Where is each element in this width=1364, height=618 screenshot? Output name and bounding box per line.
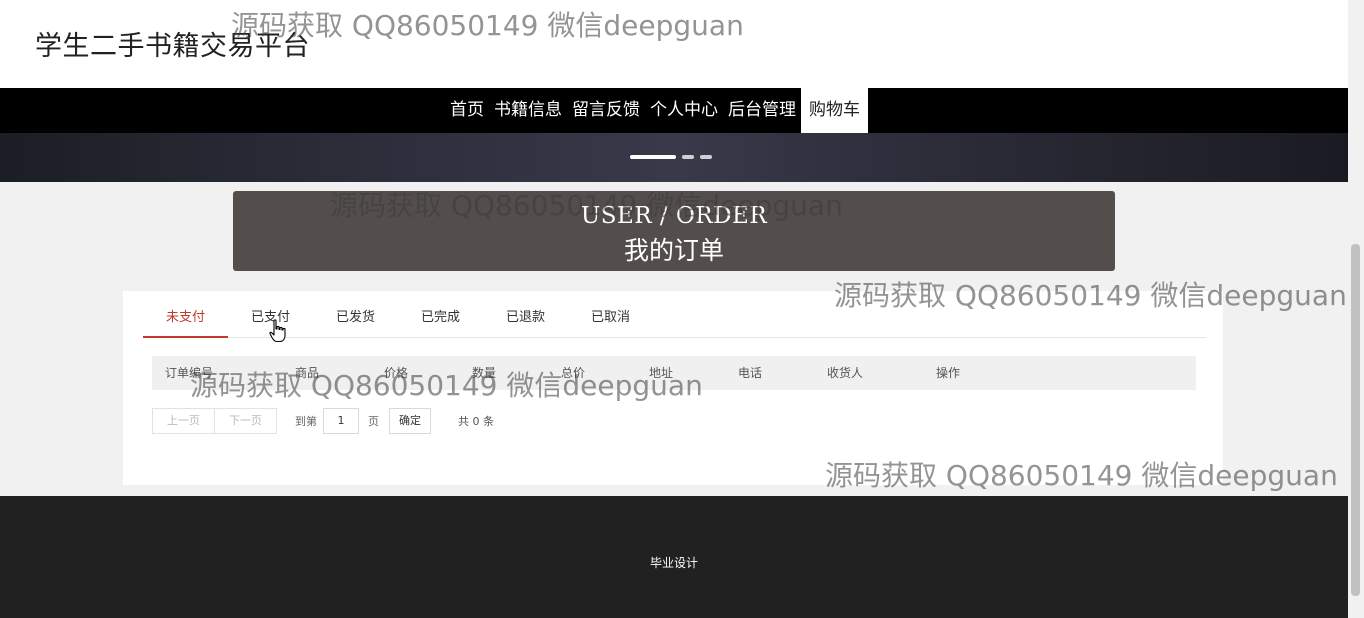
column-header-address: 地址 (649, 366, 674, 380)
next-page-button[interactable]: 下一页 (214, 408, 277, 434)
footer-text: 毕业设计 (649, 556, 698, 570)
page-scrollbar[interactable] (1348, 0, 1364, 618)
nav-item-books[interactable]: 书籍信息 (489, 88, 567, 133)
carousel-dot[interactable] (682, 155, 694, 159)
nav-item-feedback[interactable]: 留言反馈 (567, 88, 645, 133)
column-header-total: 总价 (561, 366, 586, 380)
column-header-product: 商品 (295, 366, 320, 380)
carousel-dot[interactable] (700, 155, 712, 159)
page-suffix-label: 页 (368, 415, 379, 428)
carousel-indicators (630, 155, 712, 159)
prev-page-button[interactable]: 上一页 (152, 408, 214, 434)
tab-shipped[interactable]: 已发货 (313, 291, 398, 337)
nav-item-admin[interactable]: 后台管理 (723, 88, 801, 133)
total-count: 共 0 条 (458, 415, 494, 428)
site-title: 学生二手书籍交易平台 (35, 31, 310, 62)
column-header-actions: 操作 (936, 366, 961, 380)
orders-panel: 未支付 已支付 已发货 已完成 已退款 已取消 订单编号 商品 价格 数量 总价… (123, 291, 1223, 485)
column-header-receiver: 收货人 (827, 366, 864, 380)
column-header-phone: 电话 (738, 366, 763, 380)
main-nav: 首页 书籍信息 留言反馈 个人中心 后台管理 购物车 (0, 88, 1348, 133)
column-header-order-no: 订单编号 (165, 366, 214, 380)
site-footer: 毕业设计 (0, 496, 1348, 618)
scrollbar-thumb[interactable] (1351, 244, 1360, 596)
section-title-en: USER / ORDER (580, 203, 768, 229)
tab-cancelled[interactable]: 已取消 (568, 291, 653, 337)
page-number-input[interactable]: 1 (323, 408, 359, 434)
column-header-quantity: 数量 (472, 366, 497, 380)
column-header-price: 价格 (384, 366, 409, 380)
tab-refunded[interactable]: 已退款 (483, 291, 568, 337)
section-title-box: USER / ORDER 我的订单 (233, 191, 1115, 271)
pagination: 上一页 下一页 到第 1 页 确定 共 0 条 (152, 408, 494, 434)
hand-cursor-icon (269, 319, 287, 347)
banner-carousel (0, 133, 1348, 182)
nav-item-home[interactable]: 首页 (445, 88, 489, 133)
site-header: 学生二手书籍交易平台 (0, 0, 1348, 88)
orders-table-header: 订单编号 商品 价格 数量 总价 地址 电话 收货人 操作 (152, 356, 1196, 390)
nav-item-cart[interactable]: 购物车 (801, 88, 868, 133)
tab-completed[interactable]: 已完成 (398, 291, 483, 337)
tab-unpaid[interactable]: 未支付 (143, 291, 228, 338)
goto-page-label: 到第 (295, 415, 317, 428)
confirm-page-button[interactable]: 确定 (389, 408, 431, 434)
section-title-cn: 我的订单 (623, 236, 724, 265)
nav-item-user-center[interactable]: 个人中心 (645, 88, 723, 133)
order-status-tabs: 未支付 已支付 已发货 已完成 已退款 已取消 (143, 291, 1206, 338)
carousel-dot[interactable] (630, 155, 676, 159)
